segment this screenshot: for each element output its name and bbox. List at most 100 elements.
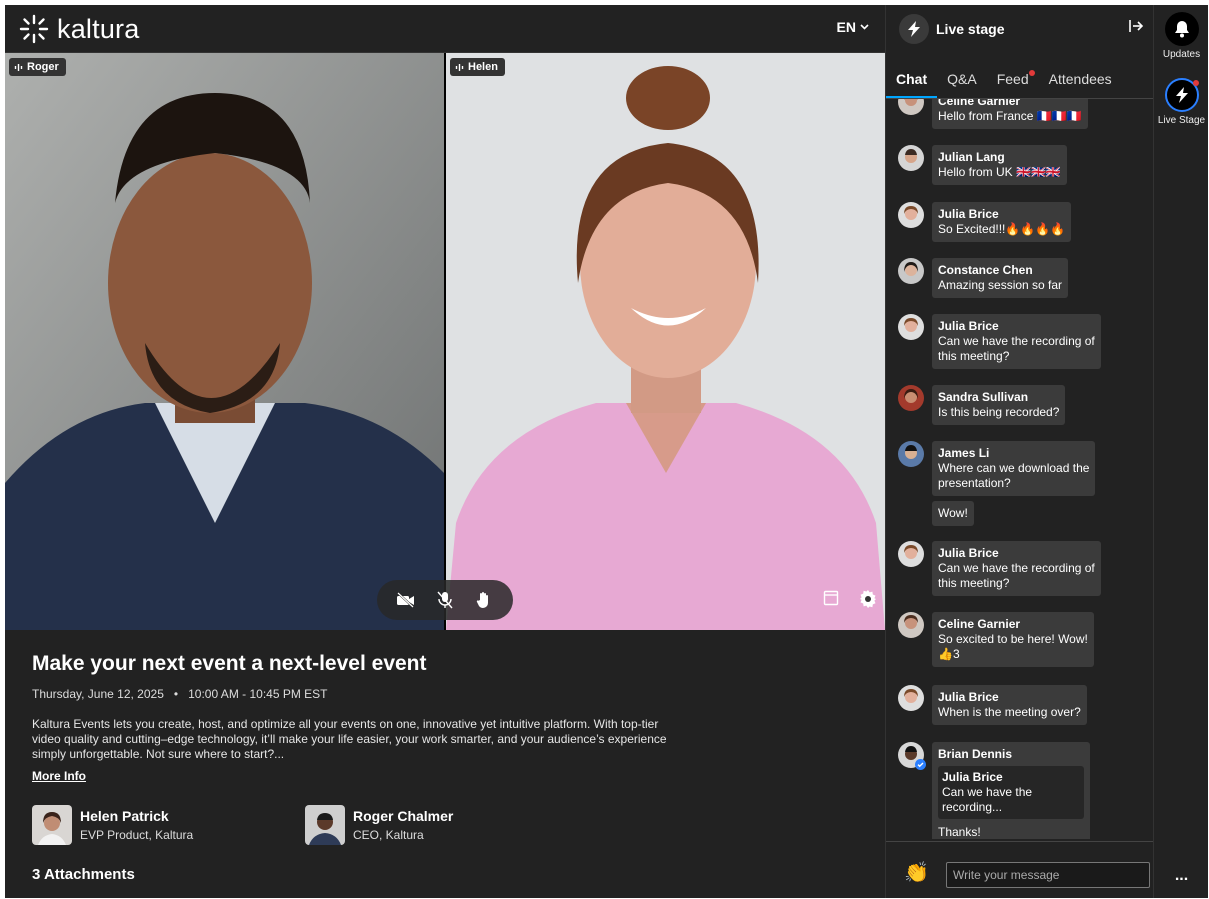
avatar [898,541,924,567]
chat-composer: 👏 [886,841,1154,898]
panel-title: Live stage [936,21,1005,37]
chat-message: Celine Garnier Hello from France 🇫🇷🇫🇷🇫🇷 [898,99,1088,129]
top-bar: kaltura EN [5,5,885,53]
live-stage-label: Live Stage [1157,115,1206,126]
message-input[interactable] [946,862,1150,888]
chat-message: Julia Brice When is the meeting over? [898,685,1087,725]
arrow-right-bar-icon [1129,20,1144,32]
chat-message-list[interactable]: Celine Garnier Hello from France 🇫🇷🇫🇷🇫🇷 … [886,99,1154,839]
message-text: Where can we download the [938,461,1090,475]
notification-dot [1192,80,1199,86]
right-rail: Updates Live Stage ... [1153,5,1208,898]
call-controls [377,580,513,620]
message-author: Celine Garnier [938,617,1021,631]
audio-level-icon [14,63,23,71]
speaker-roger-chalmer[interactable]: Roger Chalmer CEO, Kaltura [305,805,453,845]
language-selector[interactable]: EN [837,19,869,35]
quoted-message: Julia Brice Can we have the recording... [938,766,1084,819]
chat-message: Brian Dennis Julia Brice Can we have the… [898,742,1090,839]
camera-off-icon [397,592,415,608]
more-info-link[interactable]: More Info [32,769,86,783]
message-author: Brian Dennis [938,747,1013,761]
message-bubble: Celine Garnier Hello from France 🇫🇷🇫🇷🇫🇷 [932,99,1088,129]
audio-level-icon [455,63,464,71]
quoted-author: Julia Brice [942,770,1003,784]
message-text: So Excited!!!🔥🔥🔥🔥 [938,222,1066,236]
speaker-role: CEO, Kaltura [353,828,424,842]
tab-qa[interactable]: Q&A [937,65,987,98]
event-time: 10:00 AM - 10:45 PM EST [188,687,328,701]
message-bubble: Brian Dennis Julia Brice Can we have the… [932,742,1090,839]
tab-chat[interactable]: Chat [886,65,938,98]
message-text: this meeting? [938,576,1010,590]
avatar [898,145,924,171]
participant-video-helen [446,53,885,630]
video-tile-roger[interactable]: Roger [5,53,444,630]
thumbs-up-icon: 👍 [938,647,953,661]
video-stage: Roger Helen [5,53,885,630]
app-window: kaltura EN Roger Helen Make your next ev… [5,5,1208,898]
participant-name: Roger [27,61,59,73]
avatar [898,258,924,284]
mute-button[interactable] [432,587,458,613]
speaker-name: Roger Chalmer [353,808,454,824]
avatar [305,805,345,845]
message-bubble: Julia Brice Can we have the recording of… [932,314,1101,369]
quoted-text: Can we have the recording... [942,785,1033,814]
collapse-panel-button[interactable] [1128,19,1144,38]
message-author: Constance Chen [938,263,1033,277]
kaltura-logo: kaltura [19,13,139,45]
live-stage-button[interactable]: Live Stage [1154,78,1208,126]
message-author: Julian Lang [938,150,1005,164]
reactions-button[interactable]: 👏 [904,860,929,885]
participant-tag-helen: Helen [450,58,505,76]
message-bubble: Julian Lang Hello from UK 🇬🇧🇬🇧🇬🇧 [932,145,1067,185]
message-text: Thanks! [938,825,981,839]
tab-feed[interactable]: Feed [987,65,1039,98]
message-text: Wow! [938,506,968,520]
reaction-count[interactable]: 👍3 [938,647,1088,662]
tab-attendees[interactable]: Attendees [1039,65,1122,98]
attachments-heading: 3 Attachments [32,866,135,883]
avatar [898,385,924,411]
message-bubble: Celine Garnier So excited to be here! Wo… [932,612,1094,667]
language-label: EN [836,19,856,35]
message-text: presentation? [938,476,1011,490]
event-info: Make your next event a next-level event … [5,630,885,898]
video-tile-helen[interactable]: Helen [446,53,885,630]
participant-name: Helen [468,61,498,73]
avatar [898,99,924,115]
speaker-role: EVP Product, Kaltura [80,828,194,842]
event-title: Make your next event a next-level event [32,652,427,675]
settings-gear-icon[interactable] [859,590,877,608]
lightning-icon [1164,78,1199,112]
message-bubble: James Li Where can we download the prese… [932,441,1096,496]
chat-message: Julian Lang Hello from UK 🇬🇧🇬🇧🇬🇧 [898,145,1067,185]
speaker-helen-patrick[interactable]: Helen Patrick EVP Product, Kaltura [32,805,193,845]
message-bubble: Julia Brice When is the meeting over? [932,685,1087,725]
bell-icon [1164,12,1199,46]
microphone-off-icon [437,591,453,609]
kaltura-logo-icon [19,14,49,44]
updates-button[interactable]: Updates [1154,12,1208,60]
message-author: Sandra Sullivan [938,390,1029,404]
message-text: Can we have the recording of [938,561,1095,575]
raise-hand-button[interactable] [471,587,497,613]
separator-dot: • [167,687,185,701]
reaction-number: 3 [952,647,960,661]
chat-message: Celine Garnier So excited to be here! Wo… [898,612,1094,667]
chat-message: Sandra Sullivan Is this being recorded? [898,385,1066,425]
event-datetime: Thursday, June 12, 2025 • 10:00 AM - 10:… [32,687,328,701]
message-author: James Li [938,446,990,460]
message-bubble: Constance Chen Amazing session so far [932,258,1069,298]
layout-icon[interactable] [823,590,839,606]
avatar [898,441,924,467]
hand-icon [476,592,488,608]
avatar [898,685,924,711]
more-options-button[interactable]: ... [1154,867,1208,885]
message-text: Hello from UK 🇬🇧🇬🇧🇬🇧 [938,165,1061,179]
brand-name: kaltura [57,13,140,44]
message-bubble: Julia Brice Can we have the recording of… [932,541,1101,596]
lightning-icon [899,14,929,44]
camera-off-button[interactable] [393,587,419,613]
